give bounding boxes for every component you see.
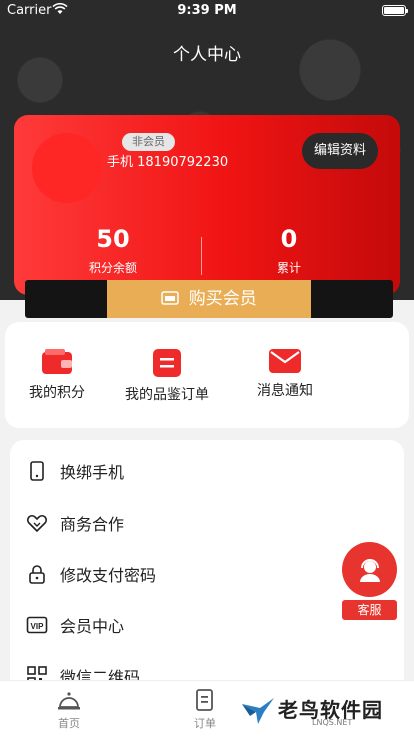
menu-item-change-phone[interactable]: 换绑手机 [26, 456, 124, 486]
wallet-icon [42, 349, 72, 374]
points-stat[interactable]: 50 积分余额 [28, 225, 198, 276]
order-icon [153, 349, 181, 377]
menu-item-label: 会员中心 [60, 617, 125, 636]
menu-item-label: 商务合作 [60, 515, 125, 534]
menu-item-label: 修改支付密码 [60, 566, 157, 585]
points-label: 积分余额 [88, 261, 137, 275]
page-title: 个人中心 [173, 45, 241, 65]
bird-logo-icon [242, 698, 274, 724]
headset-icon [359, 558, 380, 582]
status-bar: Carrier 9:39 PM [0, 0, 414, 22]
vip-icon: VIP [26, 616, 48, 634]
member-card: 非会员 手机 18190792230 编辑资料 50 积分余额 0 累计 [14, 115, 400, 295]
my-points-label: 我的积分 [29, 385, 85, 401]
my-points-button[interactable]: 我的积分 [17, 348, 97, 402]
membership-badge: 非会员 [122, 133, 175, 151]
total-value: 0 [280, 225, 298, 253]
notifications-button[interactable]: 消息通知 [245, 348, 325, 400]
order-icon [196, 689, 213, 711]
quick-actions-card: 我的积分 我的品鉴订单 消息通知 [5, 322, 409, 428]
my-tasting-orders-label: 我的品鉴订单 [125, 387, 209, 403]
clock: 9:39 PM [177, 3, 237, 18]
menu-item-member-center[interactable]: VIP 会员中心 [26, 610, 124, 640]
avatar[interactable] [32, 133, 102, 203]
edit-profile-button[interactable]: 编辑资料 [301, 133, 378, 169]
buy-membership-bar: 购买会员 [25, 280, 393, 318]
total-stat[interactable]: 0 累计 [204, 225, 374, 276]
watermark-sub: LNQS.NET [312, 718, 353, 727]
mail-icon [269, 349, 301, 373]
stat-divider [201, 237, 202, 275]
phone-number: 手机 18190792230 [107, 155, 229, 170]
tab-home[interactable]: 首页 [34, 687, 104, 731]
bell-icon [58, 692, 80, 710]
vip-card-icon [161, 290, 180, 305]
buy-membership-button[interactable]: 购买会员 [107, 280, 311, 318]
tab-orders[interactable]: 订单 [170, 687, 240, 731]
menu-item-business[interactable]: 商务合作 [26, 508, 124, 538]
handshake-icon [26, 514, 48, 533]
buy-membership-label: 购买会员 [188, 289, 257, 309]
service-avatar [342, 542, 397, 597]
tab-label: 订单 [194, 717, 216, 730]
total-label: 累计 [276, 261, 301, 275]
phone-icon [30, 461, 44, 481]
points-value: 50 [96, 225, 130, 253]
watermark: 老鸟软件园 LNQS.NET [240, 688, 410, 736]
my-tasting-orders-button[interactable]: 我的品鉴订单 [117, 348, 217, 404]
service-label: 客服 [342, 600, 397, 620]
battery-icon [382, 5, 408, 16]
notifications-label: 消息通知 [257, 383, 313, 399]
tab-label: 首页 [58, 717, 80, 730]
menu-item-label: 换绑手机 [60, 463, 125, 482]
lock-icon [29, 565, 45, 584]
menu-item-payment-password[interactable]: 修改支付密码 [26, 559, 156, 589]
svg-text:VIP: VIP [31, 622, 45, 631]
customer-service-button[interactable]: 客服 [342, 542, 397, 622]
